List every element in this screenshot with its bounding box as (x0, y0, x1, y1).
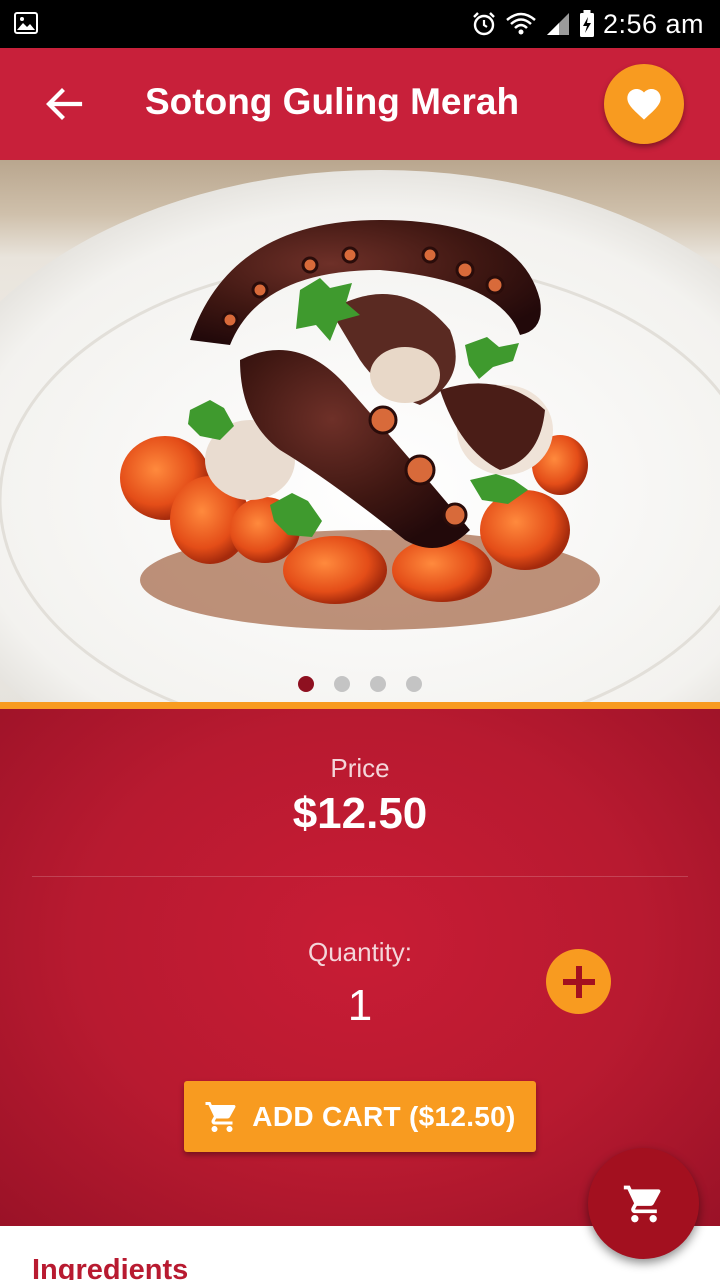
gallery-notification-icon (14, 12, 38, 34)
status-bar: 2:56 am (0, 0, 720, 48)
plus-icon (562, 965, 595, 998)
accent-divider (0, 702, 720, 709)
view-cart-button[interactable] (588, 1148, 699, 1259)
alarm-icon (473, 12, 495, 36)
increase-quantity-button[interactable] (546, 949, 611, 1014)
shopping-cart-icon (623, 1185, 661, 1222)
add-cart-label: ADD CART ($12.50) (252, 1100, 516, 1132)
status-time: 2:56 am (602, 8, 704, 39)
carousel-dot[interactable] (298, 676, 314, 692)
quantity-value: 1 (347, 981, 373, 1030)
signal-icon (546, 13, 569, 35)
carousel-indicator (0, 676, 720, 692)
food-photo (0, 170, 720, 702)
battery-icon (579, 10, 594, 37)
app-bar: Sotong Guling Merah (0, 48, 720, 160)
carousel-dot[interactable] (370, 676, 386, 692)
heart-icon (627, 89, 661, 120)
quantity-label: Quantity: (307, 937, 413, 967)
food-image-carousel[interactable] (0, 160, 720, 702)
wifi-icon (506, 12, 536, 35)
back-button[interactable] (40, 80, 88, 128)
shopping-cart-icon (205, 1101, 236, 1132)
carousel-dot[interactable] (406, 676, 422, 692)
price-value: $12.50 (292, 789, 428, 838)
price-label: Price (330, 753, 390, 783)
page-title: Sotong Guling Merah (145, 81, 520, 122)
divider (32, 876, 688, 877)
status-icons: 2:56 am (471, 0, 704, 48)
arrow-left-icon (46, 88, 83, 120)
food-detail-screen: 2:56 am Sotong Guling Merah Price $12.50… (0, 0, 720, 1280)
favorite-button[interactable] (604, 64, 684, 144)
carousel-dot[interactable] (334, 676, 350, 692)
ingredients-heading: Ingredients (32, 1254, 189, 1280)
product-details-panel: Price $12.50 Quantity: 1 ADD CART ($12.5… (0, 709, 720, 1226)
add-cart-button[interactable]: ADD CART ($12.50) (184, 1081, 536, 1152)
